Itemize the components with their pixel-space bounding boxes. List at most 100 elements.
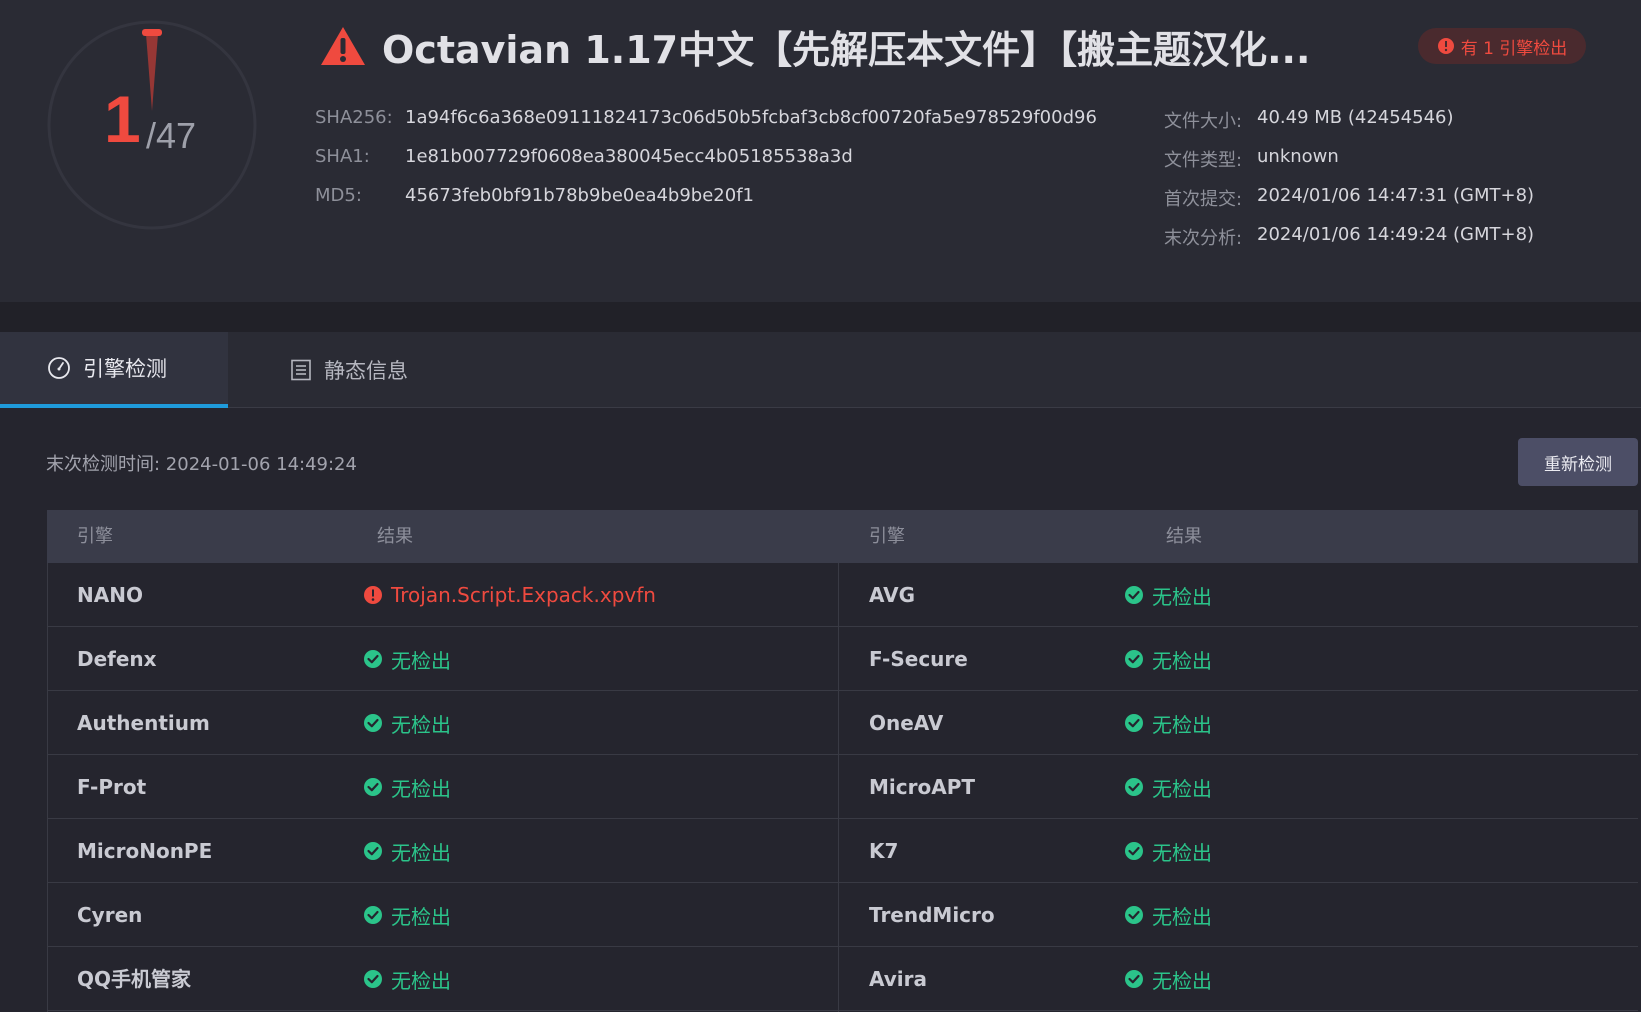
file-size-value: 40.49 MB (42454546) <box>1257 107 1454 128</box>
file-title: Octavian 1.17中文【先解压本文件】【搬主题汉化... <box>382 27 1311 72</box>
result-text: 无检出 <box>1152 776 1212 801</box>
result-text: 无检出 <box>391 648 451 673</box>
detection-result: Trojan.Script.Expack.xpvfn <box>363 563 656 627</box>
file-type-label: 文件类型: <box>1164 150 1243 171</box>
table-header: 引擎 结果 引擎 结果 <box>47 510 1638 563</box>
engine-name: F-Secure <box>869 647 968 671</box>
result-text: 无检出 <box>391 904 451 929</box>
table-row: Defenx 无检出 F-Secure 无检出 <box>47 627 1638 691</box>
clean-result: 无检出 <box>1124 755 1212 819</box>
gauge-icon <box>48 357 70 379</box>
engine-name: AVG <box>869 583 916 607</box>
tab-engine-detection[interactable]: 引擎检测 <box>0 332 228 408</box>
rescan-button[interactable]: 重新检测 <box>1518 438 1638 486</box>
file-type-value: unknown <box>1257 146 1339 167</box>
clean-result: 无检出 <box>1124 691 1212 755</box>
result-text: 无检出 <box>1152 840 1212 865</box>
check-circle-icon <box>364 906 382 924</box>
detected-count: 1 <box>104 82 141 156</box>
engine-name: Authentium <box>77 711 210 735</box>
result-text: 无检出 <box>1152 648 1212 673</box>
clean-result: 无检出 <box>1124 627 1212 691</box>
check-circle-icon <box>364 778 382 796</box>
alert-circle-icon <box>364 586 382 604</box>
check-circle-icon <box>1125 650 1143 668</box>
clean-result: 无检出 <box>1124 819 1212 883</box>
column-header-engine: 引擎 <box>77 526 113 547</box>
clean-result: 无检出 <box>1124 947 1212 1011</box>
list-icon <box>291 359 311 381</box>
clean-result: 无检出 <box>1124 883 1212 947</box>
table-row: F-Prot 无检出 MicroAPT 无检出 <box>47 755 1638 819</box>
file-summary-header: 1 /47 Octavian 1.17中文【先解压本文件】【搬主题汉化... 有… <box>0 0 1641 302</box>
clean-result: 无检出 <box>1124 563 1212 627</box>
tab-static-info[interactable]: 静态信息 <box>290 332 450 408</box>
engine-name: OneAV <box>869 711 944 735</box>
engine-name: NANO <box>77 583 143 607</box>
clean-result: 无检出 <box>363 691 451 755</box>
column-header-result: 结果 <box>377 526 413 547</box>
check-circle-icon <box>1125 970 1143 988</box>
check-circle-icon <box>1125 778 1143 796</box>
sha256-value[interactable]: 1a94f6c6a368e09111824173c06d50b5fcbaf3cb… <box>405 107 1097 128</box>
result-text: Trojan.Script.Expack.xpvfn <box>391 583 656 607</box>
engine-name: K7 <box>869 839 899 863</box>
engine-name: Cyren <box>77 903 143 927</box>
result-text: 无检出 <box>1152 968 1212 993</box>
md5-value[interactable]: 45673feb0bf91b78b9be0ea4b9be20f1 <box>405 185 754 206</box>
first-submit-value: 2024/01/06 14:47:31 (GMT+8) <box>1257 185 1535 206</box>
file-title-row: Octavian 1.17中文【先解压本文件】【搬主题汉化... <box>320 18 1310 74</box>
engine-name: Defenx <box>77 647 157 671</box>
result-text: 无检出 <box>391 776 451 801</box>
column-header-result: 结果 <box>1166 526 1202 547</box>
check-circle-icon <box>1125 586 1143 604</box>
engine-name: TrendMicro <box>869 903 995 927</box>
total-engines: /47 <box>146 115 197 156</box>
check-circle-icon <box>364 714 382 732</box>
last-analysis-value: 2024/01/06 14:49:24 (GMT+8) <box>1257 224 1535 245</box>
tab-bar: 引擎检测 静态信息 <box>0 332 1641 408</box>
engine-name: Avira <box>869 967 928 991</box>
engine-name: MicroAPT <box>869 775 975 799</box>
detection-badge: 有 1 引擎检出 <box>1418 28 1586 64</box>
check-circle-icon <box>1125 906 1143 924</box>
clean-result: 无检出 <box>363 883 451 947</box>
clean-result: 无检出 <box>363 627 451 691</box>
table-row: Authentium 无检出 OneAV 无检出 <box>47 691 1638 755</box>
engine-name: MicroNonPE <box>77 839 213 863</box>
alert-circle-icon <box>1437 38 1454 54</box>
sha256-label: SHA256: <box>315 107 393 128</box>
result-text: 无检出 <box>1152 584 1212 609</box>
md5-label: MD5: <box>315 185 362 206</box>
table-row: QQ手机管家 无检出 Avira 无检出 <box>47 947 1638 1011</box>
file-size-label: 文件大小: <box>1164 111 1243 132</box>
check-circle-icon <box>364 650 382 668</box>
column-header-engine: 引擎 <box>869 526 905 547</box>
warning-icon <box>321 27 365 65</box>
check-circle-icon <box>364 842 382 860</box>
table-row: MicroNonPE 无检出 K7 无检出 <box>47 819 1638 883</box>
clean-result: 无检出 <box>363 947 451 1011</box>
engine-name: F-Prot <box>77 775 147 799</box>
result-text: 无检出 <box>1152 904 1212 929</box>
result-text: 无检出 <box>391 840 451 865</box>
table-row: NANO Trojan.Script.Expack.xpvfn AVG 无检出 <box>47 563 1638 627</box>
engine-results-table: 引擎 结果 引擎 结果 NANO Trojan.Script.Expack.xpv… <box>47 510 1638 1012</box>
engine-name: QQ手机管家 <box>77 967 192 991</box>
clean-result: 无检出 <box>363 755 451 819</box>
result-text: 无检出 <box>391 712 451 737</box>
result-text: 无检出 <box>391 968 451 993</box>
badge-text: 有 1 引擎检出 <box>1460 38 1568 59</box>
first-submit-label: 首次提交: <box>1164 189 1243 210</box>
sha1-label: SHA1: <box>315 146 370 167</box>
section-separator <box>0 302 1641 332</box>
detection-gauge: 1 /47 <box>46 19 258 231</box>
sha1-value[interactable]: 1e81b007729f0608ea380045ecc4b05185538a3d <box>405 146 853 167</box>
clean-result: 无检出 <box>363 819 451 883</box>
check-circle-icon <box>1125 714 1143 732</box>
last-analysis-label: 末次分析: <box>1164 228 1243 249</box>
result-text: 无检出 <box>1152 712 1212 737</box>
table-row: Cyren 无检出 TrendMicro 无检出 <box>47 883 1638 947</box>
tab-label: 静态信息 <box>324 359 408 383</box>
check-circle-icon <box>364 970 382 988</box>
